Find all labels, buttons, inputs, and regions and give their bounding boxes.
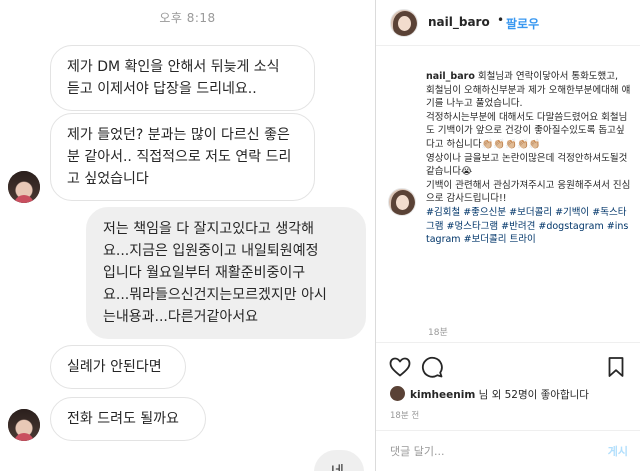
caption-username[interactable]: nail_baro [426, 71, 475, 82]
post-actions: kimheenim 님 외 52명이 좋아합니다 18분 전 [376, 342, 640, 430]
liker-avatar[interactable] [390, 386, 405, 401]
message-bubble-received: 제가 들었던? 분과는 많이 다르신 좋은 분 같아서.. 직접적으로 저도 연… [50, 113, 315, 201]
dm-conversation: 오후 8:18 제가 DM 확인을 안해서 뒤늦게 소식 듣고 이제서야 답장을… [0, 0, 375, 471]
dm-timestamp: 오후 8:18 [159, 11, 216, 25]
post-header: nail_baro • 팔로우 [376, 0, 640, 46]
comment-input[interactable] [390, 441, 580, 461]
caption-avatar[interactable] [388, 188, 416, 216]
caption-paragraph: 영상이나 글을보고 논란이많은데 걱정안하셔도될것같습니다😭 [426, 152, 628, 178]
caption-section: nail_baro 회철님과 연락이닿아서 통화도했고, 회철님이 오해하신부분… [376, 58, 640, 342]
separator-dot: • [497, 13, 505, 27]
follow-button[interactable]: 팔로우 [506, 15, 539, 32]
caption-hashtags[interactable]: #김회철 #좋으신분 #보더콜리 #기백이 #독스타그램 #멍스타그램 #반려견… [426, 206, 632, 247]
post-comment-button[interactable]: 게시 [608, 443, 628, 459]
profile-avatar[interactable] [390, 9, 418, 37]
bookmark-icon[interactable] [604, 355, 628, 379]
instagram-post-panel: nail_baro • 팔로우 nail_baro 회철님과 연락이닿아서 통화… [376, 0, 640, 471]
comment-icon[interactable] [420, 355, 444, 379]
likes-count-text[interactable]: 님 외 52명이 좋아합니다 [479, 389, 589, 401]
likes-summary: kimheenim 님 외 52명이 좋아합니다 [410, 387, 589, 402]
comment-bar: 게시 [376, 430, 640, 471]
post-age: 18분 전 [390, 411, 420, 421]
post-caption: nail_baro 회철님과 연락이닿아서 통화도했고, 회철님이 오해하신부분… [426, 70, 632, 247]
message-bubble-sent: 네 [314, 450, 364, 471]
post-username[interactable]: nail_baro [428, 15, 490, 29]
sender-avatar[interactable] [8, 171, 40, 203]
message-bubble-sent: 저는 책임을 다 잘지고있다고 생각해 요...지금은 입원중이고 내일퇴원예정… [86, 207, 366, 339]
liker-username[interactable]: kimheenim [410, 389, 475, 401]
message-bubble-received: 제가 DM 확인을 안해서 뒤늦게 소식 듣고 이제서야 답장을 드리네요.. [50, 45, 315, 111]
caption-paragraph: 걱정하시는부분에 대해서도 다말씀드렸어요 회철님도 기백이가 앞으로 건강이 … [426, 111, 628, 150]
sender-avatar[interactable] [8, 409, 40, 441]
message-bubble-received: 전화 드려도 될까요 [50, 397, 206, 441]
heart-icon[interactable] [388, 355, 412, 379]
caption-paragraph: 회철님이 오해하신부분과 제가 오해한부분에대해 얘기를 나누고 풀었습니다. [426, 84, 631, 110]
caption-paragraph: 기백이 관련해서 관심가져주시고 응원해주셔서 진심으로 감사드립니다!! [426, 179, 631, 205]
caption-time: 18분 [428, 328, 448, 338]
caption-paragraph: 회철님과 연락이닿아서 통화도했고, [477, 71, 619, 82]
message-bubble-received: 실례가 안된다면 [50, 345, 186, 389]
